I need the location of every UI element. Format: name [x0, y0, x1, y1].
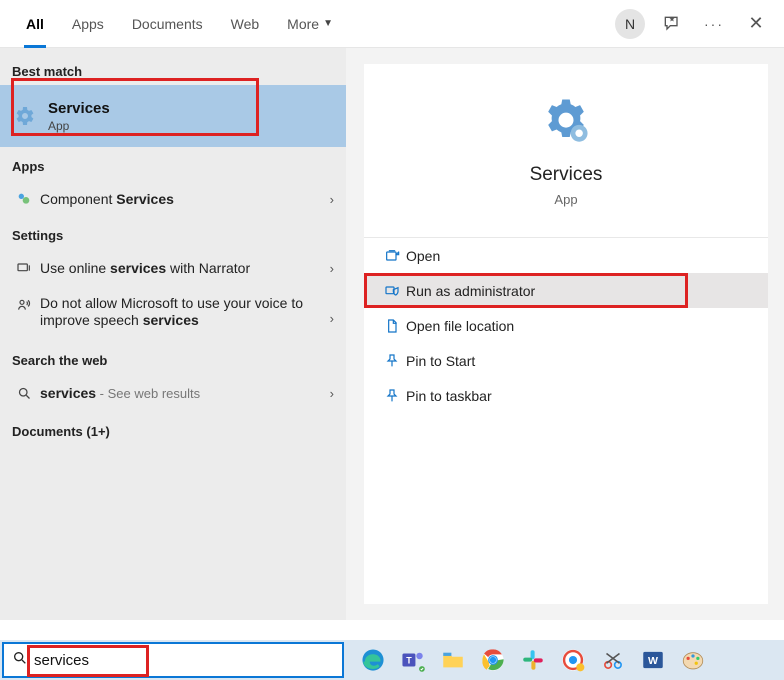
chrome-icon[interactable] [476, 643, 510, 677]
results-pane: Best match Services App Apps Component S… [0, 48, 346, 620]
taskbar: T W [0, 640, 784, 680]
search-input[interactable] [34, 652, 334, 669]
action-list: Open Run as administrator Open fi [364, 237, 768, 413]
close-icon[interactable]: ✕ [738, 6, 774, 42]
preview-pane: Services App Open Run as administrator [364, 64, 768, 604]
filter-tab-more[interactable]: More▼ [273, 0, 347, 48]
gear-icon [536, 92, 596, 152]
svg-text:T: T [406, 655, 412, 665]
file-location-icon [378, 318, 406, 334]
file-explorer-icon[interactable] [436, 643, 470, 677]
pin-icon [378, 353, 406, 369]
more-options-icon[interactable]: ··· [696, 6, 732, 42]
best-match-subtitle: App [48, 119, 110, 133]
action-pin-to-start[interactable]: Pin to Start [364, 343, 768, 378]
search-icon [12, 386, 36, 401]
pin-icon [378, 388, 406, 404]
snip-icon[interactable] [596, 643, 630, 677]
chevron-right-icon: › [330, 311, 334, 326]
top-filter-bar: All Apps Documents Web More▼ N ··· ✕ [0, 0, 784, 48]
feedback-icon[interactable] [654, 6, 690, 42]
filter-tab-web[interactable]: Web [217, 0, 274, 48]
best-match-item[interactable]: Services App [0, 85, 346, 147]
word-icon[interactable]: W [636, 643, 670, 677]
action-pin-to-taskbar[interactable]: Pin to taskbar [364, 378, 768, 413]
admin-icon [378, 283, 406, 299]
search-icon [12, 650, 28, 671]
gear-icon [10, 102, 38, 130]
filter-tab-apps[interactable]: Apps [58, 0, 118, 48]
section-best-match: Best match [0, 58, 346, 85]
paint-icon[interactable] [676, 643, 710, 677]
svg-text:W: W [648, 655, 658, 667]
speech-icon [12, 295, 36, 313]
section-settings: Settings [0, 222, 346, 249]
edge-icon[interactable] [356, 643, 390, 677]
preview-subtitle: App [364, 192, 768, 207]
teams-icon[interactable]: T [396, 643, 430, 677]
chrome-beta-icon[interactable] [556, 643, 590, 677]
web-result[interactable]: services - See web results › [0, 374, 346, 412]
component-services-icon [12, 191, 36, 207]
settings-result-speech[interactable]: Do not allow Microsoft to use your voice… [0, 287, 346, 341]
apps-result-component-services[interactable]: Component Services › [0, 180, 346, 218]
settings-result-narrator[interactable]: Use online services with Narrator › [0, 249, 346, 287]
best-match-title: Services [48, 100, 110, 117]
narrator-icon [12, 260, 36, 276]
chevron-right-icon: › [330, 192, 334, 207]
section-web: Search the web [0, 347, 346, 374]
action-open[interactable]: Open [364, 238, 768, 273]
filter-tab-all[interactable]: All [12, 0, 58, 48]
taskbar-search[interactable] [2, 642, 344, 678]
open-icon [378, 248, 406, 264]
section-apps: Apps [0, 153, 346, 180]
preview-title: Services [364, 164, 768, 186]
slack-icon[interactable] [516, 643, 550, 677]
filter-tab-documents[interactable]: Documents [118, 0, 217, 48]
chevron-right-icon: › [330, 261, 334, 276]
chevron-down-icon: ▼ [323, 18, 333, 29]
chevron-right-icon: › [330, 386, 334, 401]
action-open-file-location[interactable]: Open file location [364, 308, 768, 343]
taskbar-apps: T W [346, 643, 710, 677]
action-run-as-admin[interactable]: Run as administrator [364, 273, 768, 308]
section-documents: Documents (1+) [0, 418, 346, 445]
user-avatar[interactable]: N [612, 6, 648, 42]
